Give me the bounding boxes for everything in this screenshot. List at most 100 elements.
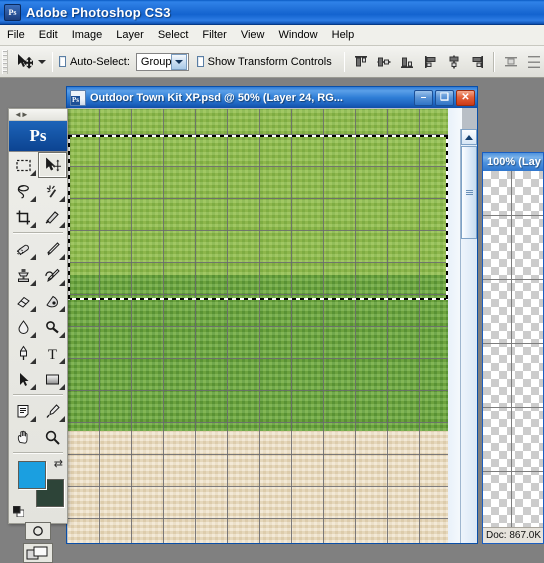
menu-file[interactable]: File [0,26,32,44]
clone-stamp-tool[interactable] [9,262,38,288]
sand-tiles [68,431,448,543]
show-transform-controls-checkbox[interactable] [196,56,204,67]
rectangle-shape-tool[interactable] [38,366,67,392]
psd-file-icon-text: Ps [71,95,80,105]
distribute-vertical-centers-icon[interactable] [524,52,544,72]
close-button[interactable]: ✕ [456,89,475,106]
scrollbar-thumb-grip [465,189,473,196]
application-title: Adobe Photoshop CS3 [26,4,171,20]
background-document-window[interactable]: 100% (Lay Doc: 867.0K [482,152,544,544]
menu-edit[interactable]: Edit [32,26,65,44]
options-bar-drag-handle[interactable] [2,49,8,74]
swap-colors-icon[interactable]: ⇄ [54,457,63,470]
align-top-edges-icon[interactable] [351,52,371,72]
svg-text:T: T [48,347,57,362]
document-titlebar[interactable]: Ps Outdoor Town Kit XP.psd @ 50% (Layer … [67,87,477,108]
tool-options-bar: Auto-Select: Group Show Transform Contro… [0,46,544,78]
zoom-tool[interactable] [38,424,67,450]
menu-filter[interactable]: Filter [195,26,233,44]
screen-mode-icon [26,546,48,559]
minimize-button[interactable]: – [414,89,433,106]
options-separator-3 [493,51,495,72]
auto-select-scope-chevron-down-icon[interactable] [171,53,188,70]
active-document-window[interactable]: Ps Outdoor Town Kit XP.psd @ 50% (Layer … [66,86,478,544]
align-horizontal-centers-icon[interactable] [444,52,464,72]
toolbox-divider-3 [13,452,63,454]
document-title: Outdoor Town Kit XP.psd @ 50% (Layer 24,… [90,91,343,104]
toolbox-divider-2 [13,394,63,396]
options-separator-1 [51,51,54,72]
auto-select-scope-value: Group [140,55,172,68]
align-left-edges-icon[interactable] [421,52,441,72]
gradient-tool[interactable] [38,288,67,314]
toolbox-retouch-group: T [9,236,67,392]
color-swatches: ⇄ [9,457,67,519]
horizontal-type-tool[interactable]: T [38,340,67,366]
align-buttons-group [351,52,417,72]
foreground-color-swatch[interactable] [18,461,46,489]
distribute-buttons-group [501,52,544,72]
toolbox-drag-handle[interactable]: ◄► [9,109,67,121]
blur-tool[interactable] [9,314,38,340]
menu-image[interactable]: Image [65,26,110,44]
screen-mode-button[interactable] [23,543,53,563]
application-titlebar: Ps Adobe Photoshop CS3 [0,0,544,25]
menu-layer[interactable]: Layer [109,26,151,44]
pen-tool[interactable] [9,340,38,366]
toolbox-divider-1 [13,232,63,234]
toolbox-logo: Ps [9,121,67,152]
distribute-top-edges-icon[interactable] [501,52,521,72]
menu-window[interactable]: Window [272,26,325,44]
dodge-tool[interactable] [38,314,67,340]
menu-view[interactable]: View [234,26,272,44]
magic-wand-tool[interactable] [38,178,67,204]
slice-tool[interactable] [38,204,67,230]
collapse-chevron-icon[interactable]: ◄► [14,110,29,119]
background-document-status-bar: Doc: 867.0K [483,527,543,543]
maximize-button[interactable]: ❑ [435,89,454,106]
align-horizontal-buttons-group [421,52,487,72]
path-selection-tool[interactable] [9,366,38,392]
default-colors-icon[interactable] [13,506,24,517]
auto-select-checkbox[interactable] [59,56,66,67]
toolbox-nav-group [9,398,67,450]
document-canvas[interactable] [68,109,448,543]
toolbox-panel[interactable]: ◄► Ps T ⇄ [8,108,68,563]
move-tool-icon [17,53,33,69]
options-separator-2 [343,51,346,72]
rectangular-marquee-tool[interactable] [9,152,38,178]
quick-mask-icon [33,526,43,536]
auto-select-label: Auto-Select: [69,55,130,68]
move-tool[interactable] [38,152,67,178]
background-document-title: 100% (Lay [483,153,543,171]
align-vertical-centers-icon[interactable] [374,52,394,72]
scrollbar-thumb[interactable] [461,146,477,239]
brush-tool[interactable] [38,236,67,262]
toolbox-tool-grid [9,152,67,230]
notes-tool[interactable] [9,398,38,424]
show-transform-controls-label: Show Transform Controls [207,55,332,68]
photoshop-icon: Ps [4,3,21,21]
crop-tool[interactable] [9,204,38,230]
eyedropper-tool[interactable] [38,398,67,424]
history-brush-tool[interactable] [38,262,67,288]
photoshop-icon-text: Ps [8,7,17,17]
menubar: File Edit Image Layer Select Filter View… [0,25,544,46]
auto-select-scope-dropdown[interactable]: Group [135,52,190,71]
light-grass-tiles [68,109,448,275]
align-right-edges-icon[interactable] [467,52,487,72]
vertical-scrollbar[interactable] [460,129,477,543]
lasso-tool[interactable] [9,178,38,204]
healing-brush-tool[interactable] [9,236,38,262]
background-document-canvas[interactable] [483,171,543,527]
menu-help[interactable]: Help [325,26,362,44]
hand-tool[interactable] [9,424,38,450]
active-tool-preview[interactable] [15,53,46,71]
scroll-up-button[interactable] [461,129,477,145]
quick-mask-mode-button[interactable] [25,522,51,540]
eraser-tool[interactable] [9,288,38,314]
dark-grass-tiles [68,275,448,431]
align-bottom-edges-icon[interactable] [397,52,417,72]
tool-preset-chevron-down-icon[interactable] [37,59,46,64]
menu-select[interactable]: Select [151,26,196,44]
